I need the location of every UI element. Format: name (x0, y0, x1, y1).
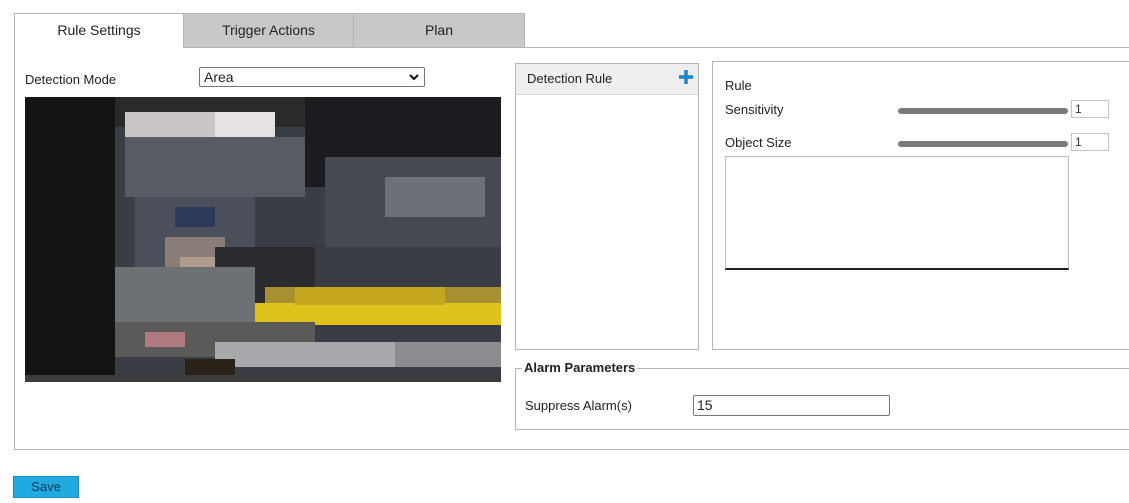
camera-preview[interactable] (25, 97, 501, 382)
detection-rule-list: Detection Rule (515, 63, 699, 350)
rule-settings-panel: Detection Mode Area Detection Rule Rule … (14, 47, 1129, 450)
object-size-slider[interactable] (898, 141, 1068, 147)
chevron-down-icon (409, 74, 419, 81)
object-size-value-field[interactable]: 1 (1071, 133, 1109, 151)
tab-rule-settings[interactable]: Rule Settings (14, 13, 184, 48)
suppress-alarm-label: Suppress Alarm(s) (525, 398, 632, 413)
detection-mode-label: Detection Mode (25, 72, 117, 87)
tab-trigger-actions[interactable]: Trigger Actions (183, 13, 354, 47)
rule-title: Rule (725, 78, 752, 93)
sensitivity-label: Sensitivity (725, 102, 784, 117)
rule-settings-box: Rule Sensitivity 1 Object Size 1 (712, 61, 1129, 350)
object-size-label: Object Size (725, 135, 792, 150)
suppress-alarm-input[interactable]: 15 (693, 395, 890, 416)
camera-preview-image (25, 97, 501, 382)
save-button[interactable]: Save (13, 476, 79, 498)
detection-mode-value: Area (204, 69, 234, 85)
plus-icon[interactable] (678, 69, 694, 85)
tab-plan[interactable]: Plan (353, 13, 525, 47)
alarm-parameters-legend: Alarm Parameters (522, 360, 638, 375)
detection-mode-select[interactable]: Area (199, 67, 425, 87)
object-size-draw-area[interactable] (725, 156, 1069, 270)
sensitivity-slider[interactable] (898, 108, 1068, 114)
sensitivity-value-field[interactable]: 1 (1071, 100, 1109, 118)
detection-rule-header: Detection Rule (516, 64, 698, 95)
detection-rule-title: Detection Rule (527, 71, 613, 86)
alarm-parameters-group: Alarm Parameters Suppress Alarm(s) 15 (515, 360, 1129, 430)
